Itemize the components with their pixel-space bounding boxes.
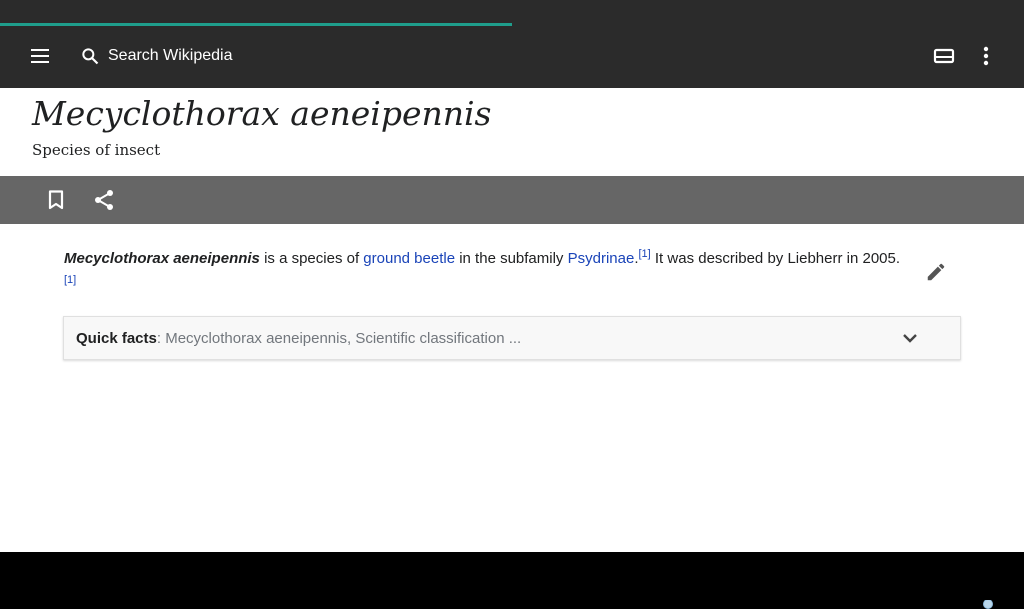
text-segment: is a species of [259,250,364,267]
reading-list-icon [933,48,955,64]
article-description: Species of insect [32,141,161,159]
overflow-menu-button[interactable] [966,36,1006,76]
quick-facts-summary: : Mecyclothorax aeneipennis, Scientific … [156,329,522,347]
search-icon [82,48,99,65]
link-psydrinae[interactable]: Psydrinae [568,250,635,267]
quick-facts-collapsed[interactable]: Quick facts: Mecyclothorax aeneipennis, … [63,316,961,360]
menu-button[interactable] [20,36,60,76]
reference-link[interactable]: [1] [64,274,76,286]
save-article-button[interactable] [38,180,74,220]
system-navigation-bar [0,552,1024,600]
article-content: Mecyclothorax aeneipennis Species of ins… [0,88,1024,609]
lead-paragraph: Mecyclothorax aeneipennis is a species o… [64,246,904,298]
top-toolbar: Search Wikipedia [0,26,1024,88]
search-bar[interactable]: Search Wikipedia [80,38,233,74]
reference-link[interactable]: [1] [638,248,650,260]
quick-facts-label: Quick facts [76,329,157,347]
search-placeholder: Search Wikipedia [108,47,233,64]
bookmark-icon [48,190,64,210]
article-action-bar [0,176,1024,224]
text-segment: It was described by Liebherr in 2005. [650,250,901,267]
reading-list-button[interactable] [924,36,964,76]
share-icon [95,190,113,210]
menu-icon [31,49,49,63]
touch-indicator [983,599,993,609]
share-button[interactable] [86,180,122,220]
pencil-icon [927,263,945,281]
article-title: Mecyclothorax aeneipennis [32,94,492,133]
status-bar [0,0,1024,24]
text-segment: in the subfamily [455,250,568,267]
chevron-down-icon [903,334,917,343]
overflow-menu-icon [983,46,989,66]
link-ground-beetle[interactable]: ground beetle [363,250,455,267]
species-name: Mecyclothorax aeneipennis [64,250,260,267]
edit-section-button[interactable] [916,252,956,292]
